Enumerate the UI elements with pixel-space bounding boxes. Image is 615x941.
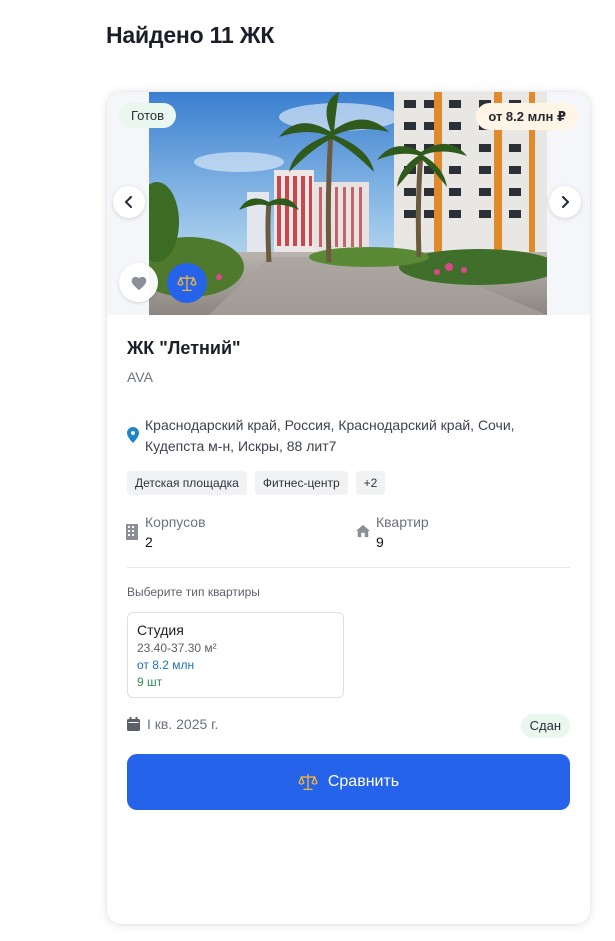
location-pin-icon <box>127 427 139 443</box>
apartment-type-name: Студия <box>137 622 184 638</box>
completion-date: I кв. 2025 г. <box>127 716 218 732</box>
buildings-stat: Корпусов 2 <box>125 514 206 550</box>
apartment-type-price: от 8.2 млн <box>137 658 195 672</box>
heart-icon <box>131 276 146 290</box>
completion-date-text: I кв. 2025 г. <box>147 716 219 732</box>
apartments-stat: Квартир 9 <box>356 514 429 550</box>
chevron-left-icon <box>125 196 132 208</box>
buildings-value: 2 <box>145 534 153 550</box>
ready-badge: Готов <box>119 103 177 128</box>
apartment-type-title: Выберите тип квартиры <box>127 585 260 599</box>
developer-name: AVA <box>127 369 153 385</box>
scales-icon <box>298 773 318 791</box>
apartments-value: 9 <box>376 534 384 550</box>
next-photo-button[interactable] <box>549 186 581 218</box>
address: Краснодарский край, Россия, Краснодарски… <box>127 415 567 457</box>
house-icon <box>356 524 370 538</box>
building-icon <box>126 524 138 540</box>
previous-photo-button[interactable] <box>113 186 145 218</box>
calendar-icon <box>127 717 140 731</box>
apartments-label: Квартир <box>376 514 429 530</box>
apartment-type-area: 23.40-37.30 м² <box>137 641 217 655</box>
chevron-right-icon <box>562 196 569 208</box>
divider <box>127 567 570 568</box>
complex-card[interactable]: Готов от 8.2 млн ₽ ЖК "Летний" AVA Красн… <box>107 92 590 924</box>
results-heading: Найдено 11 ЖК <box>106 22 275 48</box>
feature-tags: Детская площадка Фитнес-центр +2 <box>127 471 386 495</box>
price-badge: от 8.2 млн ₽ <box>476 103 578 130</box>
compare-button-label: Сравнить <box>327 773 400 790</box>
address-text: Краснодарский край, Россия, Краснодарски… <box>145 417 515 454</box>
apartment-type-option[interactable]: Студия 23.40-37.30 м² от 8.2 млн 9 шт <box>127 612 344 698</box>
more-tags-chip[interactable]: +2 <box>355 471 386 495</box>
photo-gallery[interactable]: Готов от 8.2 млн ₽ <box>107 92 590 315</box>
buildings-label: Корпусов <box>145 514 206 530</box>
favorite-button[interactable] <box>119 263 158 302</box>
scales-icon <box>177 274 197 292</box>
construction-status-badge: Сдан <box>520 714 570 738</box>
tag-item: Фитнес-центр <box>254 471 348 495</box>
apartment-type-count: 9 шт <box>137 675 163 689</box>
complex-title[interactable]: ЖК "Летний" <box>127 338 241 359</box>
compare-toggle-button[interactable] <box>167 263 207 303</box>
compare-button[interactable]: Сравнить <box>127 754 570 810</box>
tag-item: Детская площадка <box>127 471 247 495</box>
